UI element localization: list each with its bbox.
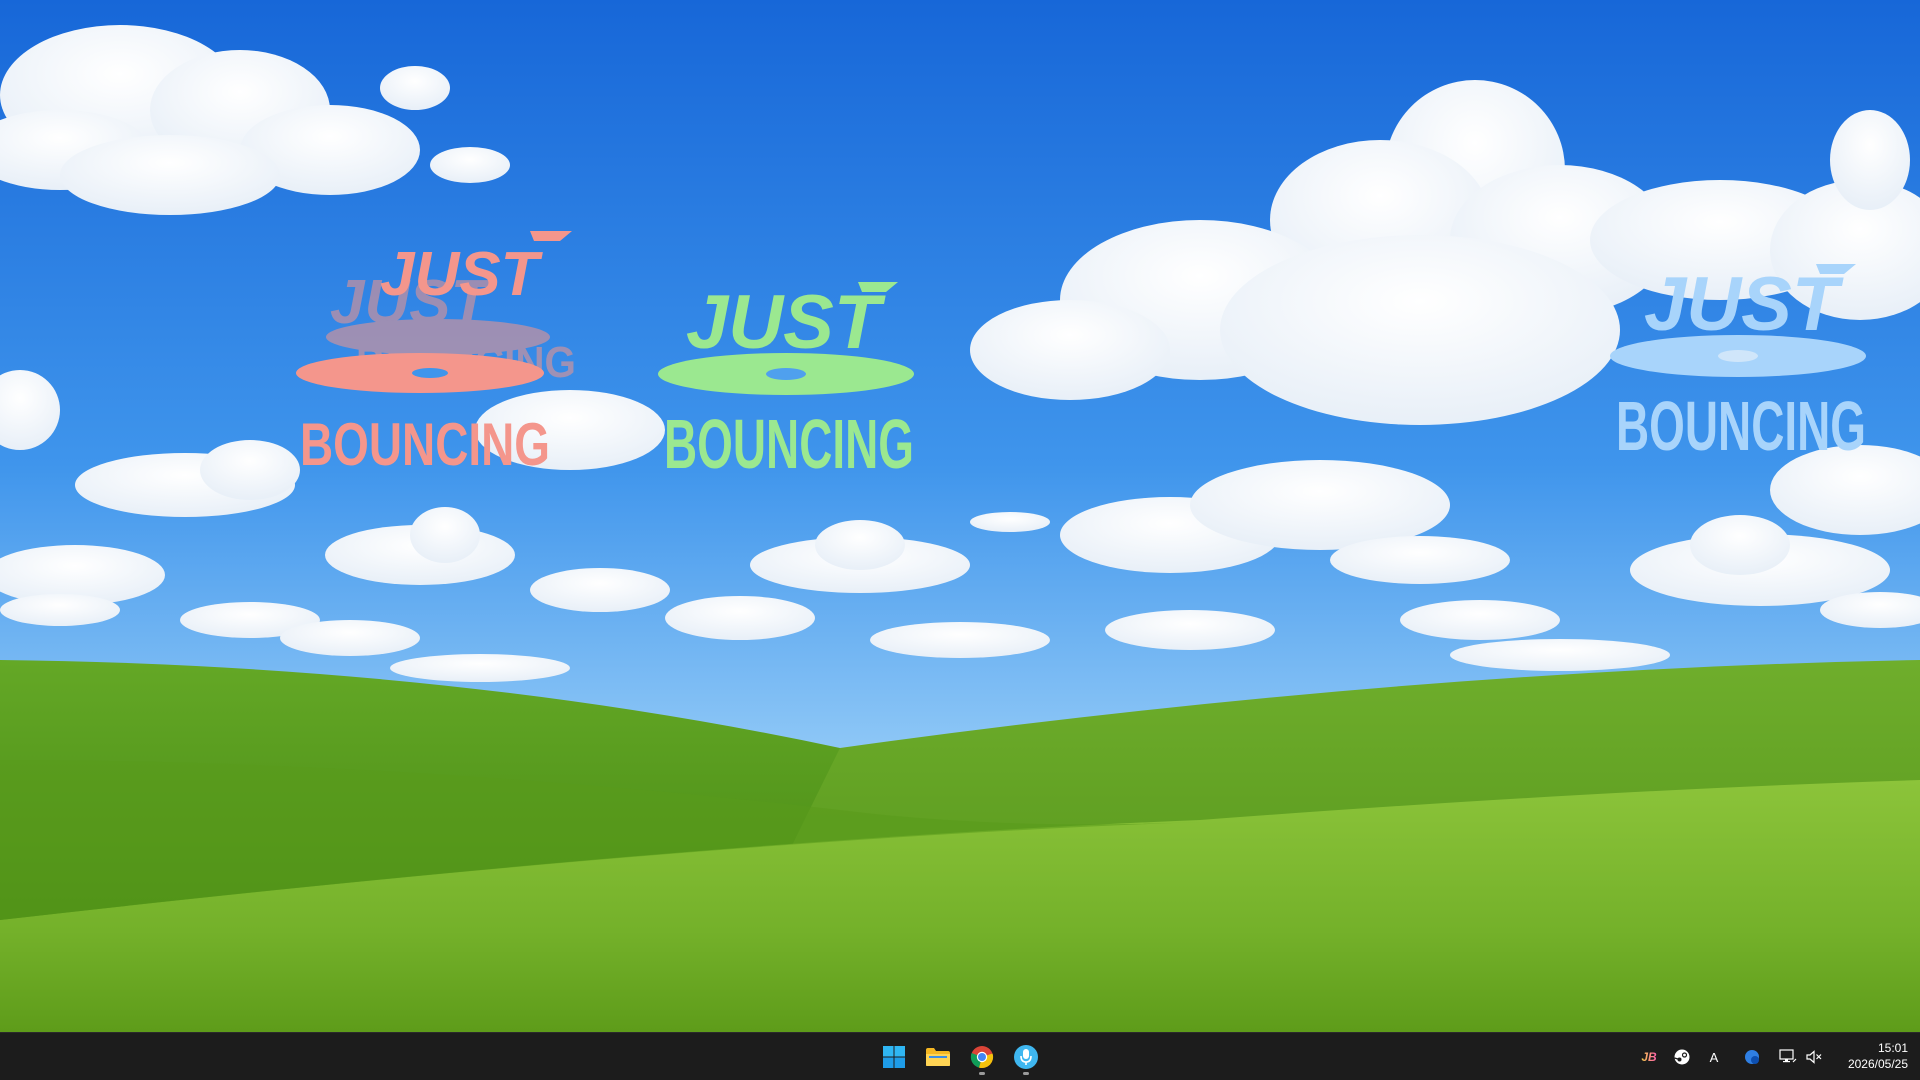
bouncing-logo-green: JUST BOUNCING [658,278,923,483]
clock-time: 15:01 [1877,1041,1908,1055]
clock[interactable]: 15:01 2026/05/25 [1828,1040,1908,1072]
speech-app-button[interactable] [1006,1037,1046,1077]
dvd-logo-blue-icon: JUST BOUNCING [1610,262,1866,465]
ime-tray-button[interactable]: A [1702,1045,1726,1069]
file-explorer-button[interactable] [918,1037,958,1077]
onedrive-icon [1745,1050,1759,1064]
logo-green-line2: BOUNCING [664,405,914,483]
logo-green-line1: JUST [686,280,886,365]
jb-app-tray-button[interactable]: JB [1637,1045,1661,1069]
folder-icon [926,1048,950,1066]
taskbar: JB A 15:01 2026/05/25 [0,1032,1920,1080]
ime-icon: A [1709,1049,1719,1065]
volume-muted-icon [1806,1050,1822,1064]
start-button[interactable] [874,1037,914,1077]
chrome-button[interactable] [962,1037,1002,1077]
network-tray-button[interactable] [1776,1045,1800,1069]
windows-logo-icon [883,1046,905,1068]
steam-icon [1674,1049,1690,1065]
network-icon [1779,1049,1797,1063]
bouncing-logo-blue: JUST BOUNCING [1608,260,1873,465]
microphone-icon [1014,1045,1038,1069]
clock-date: 2026/05/25 [1847,1057,1908,1071]
bouncing-logo-red: JUST BOUNCING JUST BOUNCING [290,225,610,478]
chrome-icon [970,1046,994,1069]
desktop[interactable]: JUST BOUNCING JUST BOUNCING JUST BOUNCIN… [0,0,1920,1032]
logo-red-line2: BOUNCING [300,411,550,478]
steam-tray-button[interactable] [1670,1045,1694,1069]
logo-red-line1: JUST [380,240,544,309]
wallpaper [0,0,1920,1032]
logo-blue-line2: BOUNCING [1616,387,1866,465]
jb-app-icon: JB [1641,1050,1657,1064]
onedrive-tray-button[interactable] [1740,1045,1764,1069]
running-indicator [979,1072,985,1075]
dvd-logo-red-icon: JUST BOUNCING JUST BOUNCING [296,231,576,478]
dvd-logo-green-icon: JUST BOUNCING [658,280,914,483]
running-indicator [1023,1072,1029,1075]
logo-blue-line1: JUST [1644,262,1844,347]
volume-tray-button[interactable] [1802,1045,1826,1069]
